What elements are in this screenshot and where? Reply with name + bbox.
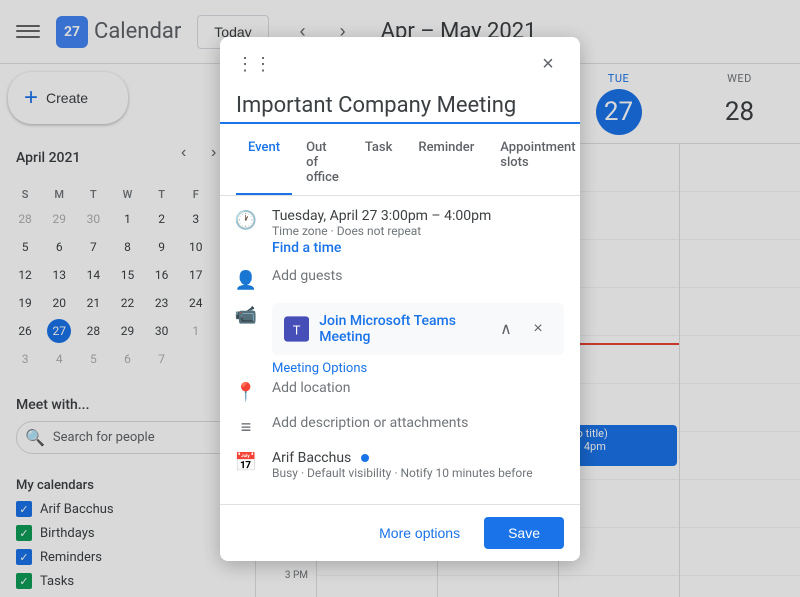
guests-row: 👤 Add guests [236, 268, 564, 291]
description-icon: ≡ [236, 417, 256, 438]
cal-color-indicator [361, 454, 369, 462]
teams-icon: T [284, 315, 309, 343]
modal-body: 🕐 Tuesday, April 27 3:00pm – 4:00pm Time… [220, 196, 580, 504]
timezone-text: Time zone · Does not repeat [272, 224, 564, 238]
teams-content: T Join Microsoft Teams Meeting ∧ × Meeti… [272, 303, 564, 376]
more-options-button[interactable]: More options [363, 517, 476, 549]
tab-reminder[interactable]: Reminder [406, 132, 486, 195]
svg-text:T: T [293, 323, 301, 337]
teams-section: T Join Microsoft Teams Meeting ∧ × [272, 303, 564, 355]
guests-icon: 👤 [236, 270, 256, 291]
join-teams-link[interactable]: Join Microsoft Teams Meeting [319, 313, 492, 345]
event-modal: ⋮⋮ × Event Out of office Task Reminder A… [220, 37, 580, 561]
save-button[interactable]: Save [484, 517, 564, 549]
calendar-icon: 📅 [236, 452, 256, 473]
calendar-owner-content: Arif Bacchus Busy · Default visibility ·… [272, 450, 564, 480]
location-row: 📍 Add location [236, 380, 564, 403]
meeting-options-link[interactable]: Meeting Options [272, 361, 367, 376]
teams-expand-button[interactable]: ∧ [492, 315, 520, 343]
location-icon: 📍 [236, 382, 256, 403]
modal-close-button[interactable]: × [532, 49, 564, 81]
teams-actions: ∧ × [492, 315, 552, 343]
add-description-placeholder: Add description or attachments [272, 415, 468, 431]
datetime-text[interactable]: Tuesday, April 27 3:00pm – 4:00pm [272, 208, 564, 224]
description-content[interactable]: Add description or attachments [272, 415, 564, 431]
modal-header: ⋮⋮ × [220, 37, 580, 81]
video-icon: 📹 [236, 305, 256, 326]
teams-inner: T Join Microsoft Teams Meeting [284, 313, 492, 345]
tab-task[interactable]: Task [353, 132, 405, 195]
owner-name: Arif Bacchus [272, 450, 351, 466]
location-content[interactable]: Add location [272, 380, 564, 396]
tab-appointment-slots[interactable]: Appointment slots [488, 132, 580, 195]
calendar-owner-row: 📅 Arif Bacchus Busy · Default visibility… [236, 450, 564, 480]
datetime-content: Tuesday, April 27 3:00pm – 4:00pm Time z… [272, 208, 564, 256]
add-location-placeholder: Add location [272, 380, 350, 396]
calendar-owner-name: Arif Bacchus [272, 450, 564, 466]
teams-remove-button[interactable]: × [524, 315, 552, 343]
find-a-time-link[interactable]: Find a time [272, 240, 564, 256]
calendar-status: Busy · Default visibility · Notify 10 mi… [272, 466, 564, 480]
description-row: ≡ Add description or attachments [236, 415, 564, 438]
teams-row: 📹 T Join Microsoft Teams Meeting ∧ [236, 303, 564, 376]
tab-event[interactable]: Event [236, 132, 292, 195]
modal-footer: More options Save [220, 504, 580, 561]
datetime-row: 🕐 Tuesday, April 27 3:00pm – 4:00pm Time… [236, 208, 564, 256]
add-guests-placeholder: Add guests [272, 268, 342, 284]
clock-icon: 🕐 [236, 210, 256, 231]
tab-out-of-office[interactable]: Out of office [294, 132, 351, 195]
modal-overlay[interactable]: ⋮⋮ × Event Out of office Task Reminder A… [0, 0, 800, 597]
guests-content[interactable]: Add guests [272, 268, 564, 284]
drag-icon: ⋮⋮ [236, 54, 272, 75]
modal-tabs: Event Out of office Task Reminder Appoin… [220, 132, 580, 196]
event-title-input[interactable] [220, 85, 580, 124]
